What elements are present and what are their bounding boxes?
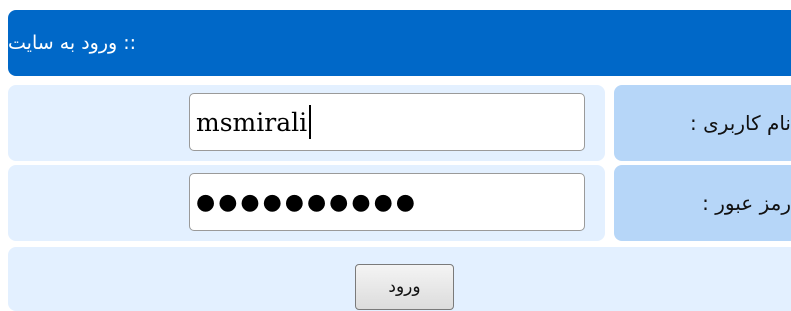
login-panel: :: ورود به سایت msmirali نام کاربری : ●●… [8, 10, 791, 311]
password-row: ●●●●●●●●●● رمز عبور : [8, 165, 791, 241]
submit-cell: ورود [8, 247, 791, 311]
username-label: نام کاربری : [689, 111, 791, 135]
login-header: :: ورود به سایت [8, 10, 791, 76]
username-field-cell: msmirali [8, 85, 605, 161]
username-row: msmirali نام کاربری : [8, 85, 791, 161]
submit-row: ورود [8, 247, 791, 311]
password-input[interactable]: ●●●●●●●●●● [189, 173, 585, 231]
username-input[interactable]: msmirali [189, 93, 585, 151]
username-label-cell: نام کاربری : [614, 85, 791, 161]
password-mask: ●●●●●●●●●● [196, 189, 418, 215]
password-label: رمز عبور : [702, 191, 791, 215]
login-button[interactable]: ورود [355, 264, 454, 310]
username-value: msmirali [196, 107, 308, 137]
login-title: :: ورود به سایت [8, 32, 137, 54]
text-caret [309, 105, 312, 139]
password-label-cell: رمز عبور : [614, 165, 791, 241]
password-field-cell: ●●●●●●●●●● [8, 165, 605, 241]
